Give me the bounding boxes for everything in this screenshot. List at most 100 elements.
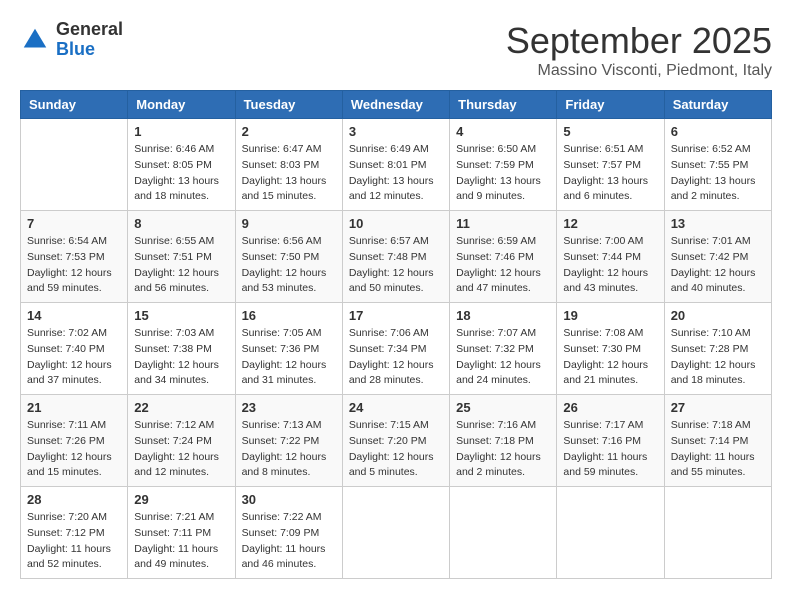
day-info: Sunrise: 6:46 AMSunset: 8:05 PMDaylight:… <box>134 142 228 205</box>
logo-general: General <box>56 19 123 39</box>
day-info: Sunrise: 7:02 AMSunset: 7:40 PMDaylight:… <box>27 326 121 389</box>
calendar-day-cell: 18Sunrise: 7:07 AMSunset: 7:32 PMDayligh… <box>450 303 557 395</box>
day-number: 15 <box>134 308 228 323</box>
calendar-day-cell: 26 Sunrise: 7:17 AMSunset: 7:16 PMDayligh… <box>557 395 664 487</box>
day-number: 28 <box>27 492 121 507</box>
calendar-day-cell: 17 Sunrise: 7:06 AMSunset: 7:34 PMDayligh… <box>342 303 449 395</box>
calendar-week-row: 7 Sunrise: 6:54 AMSunset: 7:53 PMDaylight… <box>21 211 772 303</box>
day-number: 19 <box>563 308 657 323</box>
day-number: 18 <box>456 308 550 323</box>
calendar-day-cell: 1Sunrise: 6:46 AMSunset: 8:05 PMDaylight… <box>128 119 235 211</box>
calendar-day-cell: 30 Sunrise: 7:22 AMSunset: 7:09 PMDayligh… <box>235 487 342 579</box>
day-info: Sunrise: 7:22 AMSunset: 7:09 PMDaylight:… <box>242 510 336 573</box>
day-info: Sunrise: 6:59 AMSunset: 7:46 PMDaylight:… <box>456 234 550 297</box>
calendar-week-row: 1Sunrise: 6:46 AMSunset: 8:05 PMDaylight… <box>21 119 772 211</box>
calendar-day-cell: 11 Sunrise: 6:59 AMSunset: 7:46 PMDayligh… <box>450 211 557 303</box>
calendar-day-cell: 14Sunrise: 7:02 AMSunset: 7:40 PMDayligh… <box>21 303 128 395</box>
day-number: 4 <box>456 124 550 139</box>
day-info: Sunrise: 7:16 AMSunset: 7:18 PMDaylight:… <box>456 418 550 481</box>
day-number: 27 <box>671 400 765 415</box>
day-number: 25 <box>456 400 550 415</box>
calendar-day-cell: 22Sunrise: 7:12 AMSunset: 7:24 PMDayligh… <box>128 395 235 487</box>
calendar-day-cell: 29Sunrise: 7:21 AMSunset: 7:11 PMDayligh… <box>128 487 235 579</box>
calendar-day-cell: 4Sunrise: 6:50 AMSunset: 7:59 PMDaylight… <box>450 119 557 211</box>
day-number: 24 <box>349 400 443 415</box>
calendar-day-cell <box>342 487 449 579</box>
day-number: 30 <box>242 492 336 507</box>
day-info: Sunrise: 7:17 AMSunset: 7:16 PMDaylight:… <box>563 418 657 481</box>
day-info: Sunrise: 7:03 AMSunset: 7:38 PMDaylight:… <box>134 326 228 389</box>
day-info: Sunrise: 7:05 AMSunset: 7:36 PMDaylight:… <box>242 326 336 389</box>
day-info: Sunrise: 6:51 AMSunset: 7:57 PMDaylight:… <box>563 142 657 205</box>
calendar-day-cell: 3 Sunrise: 6:49 AMSunset: 8:01 PMDaylight… <box>342 119 449 211</box>
calendar-day-cell: 19 Sunrise: 7:08 AMSunset: 7:30 PMDayligh… <box>557 303 664 395</box>
calendar-day-cell <box>450 487 557 579</box>
day-info: Sunrise: 7:12 AMSunset: 7:24 PMDaylight:… <box>134 418 228 481</box>
calendar-header-row: SundayMondayTuesdayWednesdayThursdayFrid… <box>21 91 772 119</box>
calendar-header-cell: Friday <box>557 91 664 119</box>
calendar-day-cell: 12Sunrise: 7:00 AMSunset: 7:44 PMDayligh… <box>557 211 664 303</box>
day-info: Sunrise: 6:54 AMSunset: 7:53 PMDaylight:… <box>27 234 121 297</box>
title-area: September 2025 Massino Visconti, Piedmon… <box>506 20 772 80</box>
calendar-header-cell: Wednesday <box>342 91 449 119</box>
calendar-day-cell: 13Sunrise: 7:01 AMSunset: 7:42 PMDayligh… <box>664 211 771 303</box>
day-number: 16 <box>242 308 336 323</box>
calendar-body: 1Sunrise: 6:46 AMSunset: 8:05 PMDaylight… <box>21 119 772 579</box>
logo-icon <box>20 25 50 55</box>
calendar-header-cell: Monday <box>128 91 235 119</box>
calendar-day-cell: 7 Sunrise: 6:54 AMSunset: 7:53 PMDaylight… <box>21 211 128 303</box>
day-info: Sunrise: 7:18 AMSunset: 7:14 PMDaylight:… <box>671 418 765 481</box>
calendar-day-cell: 16 Sunrise: 7:05 AMSunset: 7:36 PMDayligh… <box>235 303 342 395</box>
day-number: 9 <box>242 216 336 231</box>
calendar-day-cell: 27 Sunrise: 7:18 AMSunset: 7:14 PMDayligh… <box>664 395 771 487</box>
day-number: 26 <box>563 400 657 415</box>
day-info: Sunrise: 7:00 AMSunset: 7:44 PMDaylight:… <box>563 234 657 297</box>
day-info: Sunrise: 7:06 AMSunset: 7:34 PMDaylight:… <box>349 326 443 389</box>
calendar-day-cell: 24 Sunrise: 7:15 AMSunset: 7:20 PMDayligh… <box>342 395 449 487</box>
logo: General Blue <box>20 20 123 60</box>
day-info: Sunrise: 6:57 AMSunset: 7:48 PMDaylight:… <box>349 234 443 297</box>
day-number: 5 <box>563 124 657 139</box>
day-info: Sunrise: 6:47 AMSunset: 8:03 PMDaylight:… <box>242 142 336 205</box>
day-info: Sunrise: 7:15 AMSunset: 7:20 PMDaylight:… <box>349 418 443 481</box>
calendar-day-cell: 2 Sunrise: 6:47 AMSunset: 8:03 PMDaylight… <box>235 119 342 211</box>
calendar-week-row: 14Sunrise: 7:02 AMSunset: 7:40 PMDayligh… <box>21 303 772 395</box>
calendar-day-cell: 23 Sunrise: 7:13 AMSunset: 7:22 PMDayligh… <box>235 395 342 487</box>
calendar-day-cell: 21 Sunrise: 7:11 AMSunset: 7:26 PMDayligh… <box>21 395 128 487</box>
calendar-day-cell: 25 Sunrise: 7:16 AMSunset: 7:18 PMDayligh… <box>450 395 557 487</box>
calendar-week-row: 21 Sunrise: 7:11 AMSunset: 7:26 PMDayligh… <box>21 395 772 487</box>
day-number: 29 <box>134 492 228 507</box>
day-number: 7 <box>27 216 121 231</box>
day-number: 11 <box>456 216 550 231</box>
calendar-day-cell: 5 Sunrise: 6:51 AMSunset: 7:57 PMDaylight… <box>557 119 664 211</box>
calendar-header-cell: Tuesday <box>235 91 342 119</box>
calendar-day-cell <box>557 487 664 579</box>
day-info: Sunrise: 6:56 AMSunset: 7:50 PMDaylight:… <box>242 234 336 297</box>
day-info: Sunrise: 7:13 AMSunset: 7:22 PMDaylight:… <box>242 418 336 481</box>
day-info: Sunrise: 6:49 AMSunset: 8:01 PMDaylight:… <box>349 142 443 205</box>
day-info: Sunrise: 7:11 AMSunset: 7:26 PMDaylight:… <box>27 418 121 481</box>
day-number: 2 <box>242 124 336 139</box>
calendar-day-cell: 6 Sunrise: 6:52 AMSunset: 7:55 PMDaylight… <box>664 119 771 211</box>
calendar-day-cell <box>21 119 128 211</box>
day-number: 3 <box>349 124 443 139</box>
day-number: 21 <box>27 400 121 415</box>
header: General Blue September 2025 Massino Visc… <box>20 20 772 80</box>
logo-blue: Blue <box>56 39 95 59</box>
day-info: Sunrise: 6:55 AMSunset: 7:51 PMDaylight:… <box>134 234 228 297</box>
calendar-day-cell: 20Sunrise: 7:10 AMSunset: 7:28 PMDayligh… <box>664 303 771 395</box>
day-number: 8 <box>134 216 228 231</box>
calendar-header-cell: Saturday <box>664 91 771 119</box>
calendar-header-cell: Thursday <box>450 91 557 119</box>
day-number: 6 <box>671 124 765 139</box>
day-info: Sunrise: 7:08 AMSunset: 7:30 PMDaylight:… <box>563 326 657 389</box>
day-info: Sunrise: 7:10 AMSunset: 7:28 PMDaylight:… <box>671 326 765 389</box>
calendar-header-cell: Sunday <box>21 91 128 119</box>
calendar-day-cell: 8 Sunrise: 6:55 AMSunset: 7:51 PMDaylight… <box>128 211 235 303</box>
day-number: 23 <box>242 400 336 415</box>
calendar-day-cell: 15 Sunrise: 7:03 AMSunset: 7:38 PMDayligh… <box>128 303 235 395</box>
calendar-day-cell: 10Sunrise: 6:57 AMSunset: 7:48 PMDayligh… <box>342 211 449 303</box>
day-info: Sunrise: 6:52 AMSunset: 7:55 PMDaylight:… <box>671 142 765 205</box>
day-number: 17 <box>349 308 443 323</box>
calendar-day-cell <box>664 487 771 579</box>
